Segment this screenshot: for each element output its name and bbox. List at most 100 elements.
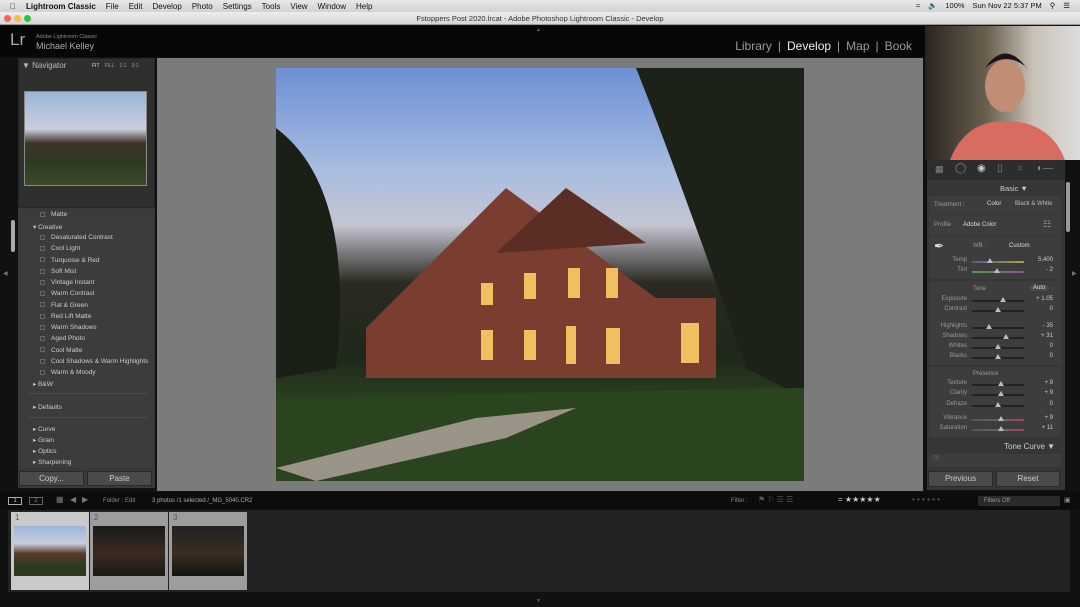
slider-value[interactable]: 0 [1023,343,1053,349]
menu-settings[interactable]: Settings [223,2,252,11]
slider-value[interactable]: 0 [1023,306,1053,312]
zoom-fit[interactable]: FIT [92,63,100,69]
redeye-icon[interactable]: ◉ [977,163,986,174]
minimize-button[interactable] [14,15,21,22]
preset-item[interactable]: Vintage Instant [40,279,94,286]
menu-view[interactable]: View [290,2,307,11]
slider-value[interactable]: 5,400 [1023,257,1053,263]
preset-item[interactable]: Turquoise & Red [40,257,100,264]
group-bw[interactable]: ▸ B&W [33,380,53,388]
preset-item[interactable]: Cool Matte [40,347,82,354]
profile-select[interactable]: Adobe Color [963,222,996,228]
navigator-preview[interactable] [24,91,147,186]
filters-dropdown[interactable]: Filters Off [978,496,1060,506]
slider-value[interactable]: 0 [1023,353,1053,359]
wb-select[interactable]: Custom [1009,243,1030,249]
flag-filter-icons[interactable]: ⚑ ⚐ ☰ ☰ [758,495,793,504]
slider-thumb[interactable] [998,426,1005,431]
group-grain[interactable]: ▸ Grain [33,436,54,444]
slider-exposure-track[interactable] [972,300,1024,302]
preset-item[interactable]: Soft Mist [40,268,76,275]
main-window-button[interactable]: 1 [8,497,22,505]
copy-button[interactable]: Copy... [19,471,84,486]
clock[interactable]: Sun Nov 22 5:37 PM [973,1,1042,10]
profile-browser-icon[interactable]: ☷ [1043,219,1051,230]
slider-thumb[interactable] [997,416,1004,421]
menu-develop[interactable]: Develop [152,2,181,11]
back-arrow-icon[interactable]: ◀ [70,495,76,504]
tone-curve-header[interactable]: Tone Curve ▼ [1004,442,1055,451]
menu-list-icon[interactable]: ☰ [1063,1,1070,10]
slider-highlights-track[interactable] [972,327,1024,329]
module-library[interactable]: Library [735,39,772,53]
preset-item[interactable]: Desaturated Contrast [40,234,113,241]
menu-photo[interactable]: Photo [192,2,213,11]
navigator-header[interactable]: ▼ Navigator [22,61,66,70]
wifi-icon[interactable]: ≈ [916,1,920,10]
slider-thumb[interactable] [995,402,1001,407]
preset-item[interactable]: Cool Light [40,245,80,252]
eyedropper-icon[interactable]: ✒ [934,239,944,253]
collapse-bottom-icon[interactable]: ▼ [536,598,541,604]
group-defaults[interactable]: ▸ Defaults [33,403,62,411]
slider-thumb[interactable] [995,354,1001,359]
treatment-color[interactable]: Color [987,201,1001,207]
preset-item[interactable]: Flat & Green [40,302,88,309]
volume-icon[interactable]: 🔈 [928,1,937,10]
paste-button[interactable]: Paste [87,471,152,486]
auto-button[interactable]: Auto [1029,285,1050,291]
radial-filter-icon[interactable]: ○ [1017,163,1023,174]
slider-thumb[interactable] [993,268,1000,273]
slider-thumb[interactable] [997,391,1004,396]
apple-icon[interactable]:  [10,2,16,11]
menu-help[interactable]: Help [356,2,372,11]
spot-removal-icon[interactable]: ◯ [955,163,966,174]
preset-item[interactable]: Aged Photo [40,335,85,342]
slider-thumb[interactable] [997,381,1004,386]
slider-thumb[interactable] [986,324,993,329]
left-scrollbar[interactable] [11,220,15,252]
slider-thumb[interactable] [1000,297,1007,302]
basic-header[interactable]: Basic ▼ [1000,184,1028,193]
module-develop[interactable]: Develop [787,39,831,53]
right-scrollbar[interactable] [1066,182,1070,232]
main-photo[interactable] [276,68,804,481]
zoom-3-1[interactable]: 3:1 [131,63,138,69]
module-map[interactable]: Map [846,39,869,53]
treatment-bw[interactable]: Black & White [1015,201,1052,207]
slider-value[interactable]: + 1.05 [1023,296,1053,302]
battery-text[interactable]: 100% [945,1,964,10]
group-optics[interactable]: ▸ Optics [33,447,57,455]
filmstrip-cell-1[interactable]: 1 [11,512,89,590]
slider-thumb[interactable] [995,344,1001,349]
menu-edit[interactable]: Edit [129,2,143,11]
slider-value[interactable]: 0 [1023,401,1053,407]
close-button[interactable] [4,15,11,22]
slider-value[interactable]: + 9 [1023,415,1053,421]
slider-value[interactable]: + 9 [1023,380,1053,386]
zoom-button[interactable] [24,15,31,22]
slider-thumb[interactable] [987,258,994,263]
selection-info[interactable]: 3 photos /1 selected /_MG_5040.CR2 [152,498,252,504]
slider-shadows-track[interactable] [972,337,1024,339]
slider-value[interactable]: - 2 [1023,267,1053,273]
tone-curve-collapsed[interactable]: ☉ [929,454,1061,467]
group-curve[interactable]: ▸ Curve [33,425,55,433]
filmstrip-cell-3[interactable]: 3 [169,512,247,590]
slider-value[interactable]: + 9 [1023,390,1053,396]
preset-matte[interactable]: Matte [40,211,67,218]
slider-temp-track[interactable] [972,261,1024,263]
menu-app[interactable]: Lightroom Classic [26,2,96,11]
group-creative[interactable]: ▾ Creative [33,223,62,231]
second-window-button[interactable]: 2 [29,497,43,505]
color-label-filter[interactable]: • • • • • • [912,495,940,504]
slider-value[interactable]: - 35 [1023,323,1053,329]
collapse-right-icon[interactable]: ▶ [1072,270,1077,277]
grid-icon[interactable]: ▦ [56,495,64,504]
menu-window[interactable]: Window [318,2,346,11]
preset-item[interactable]: Cool Shadows & Warm Highlights [40,358,148,365]
zoom-1-1[interactable]: 1:1 [120,63,127,69]
crop-icon[interactable]: ▦ [935,164,944,175]
preset-item[interactable]: Warm & Moody [40,369,96,376]
module-book[interactable]: Book [885,39,912,53]
